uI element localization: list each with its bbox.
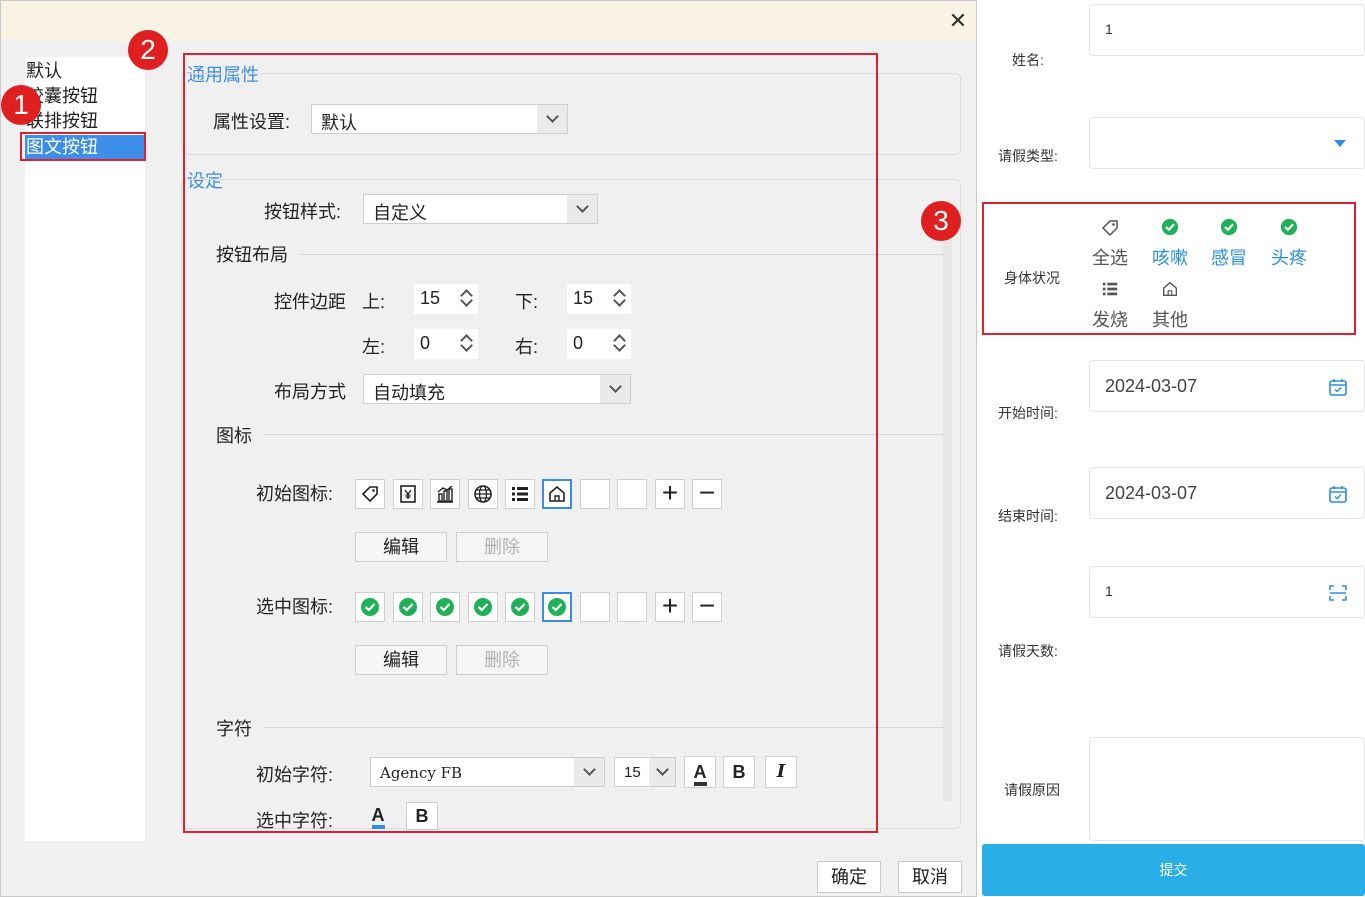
cancel-button[interactable]: 取消 (898, 861, 962, 893)
close-icon[interactable]: ✕ (946, 9, 970, 33)
leave-type-select[interactable] (1089, 117, 1365, 169)
preview-highlight (982, 202, 1356, 335)
days-label: 请假天数: (998, 643, 1058, 659)
days-value: 1 (1105, 583, 1113, 599)
scan-icon (1329, 585, 1347, 601)
settings-scrollbar[interactable] (943, 229, 952, 801)
form-preview: 姓名: 1 请假类型: 身体状况 全选 咳嗽 感冒 头疼 发烧 其他 开始时间:… (977, 0, 1365, 897)
callout-3: 3 (921, 201, 961, 241)
caret-down-icon (1334, 140, 1346, 147)
calendar-icon (1329, 379, 1347, 396)
leave-type-label: 请假类型: (998, 148, 1058, 164)
name-label: 姓名: (1012, 52, 1044, 68)
type-item-default[interactable]: 默认 (25, 59, 145, 83)
name-value: 1 (1105, 21, 1113, 37)
type-item-row[interactable]: 联排按钮 (25, 109, 145, 133)
start-time-field[interactable]: 2024-03-07 (1089, 360, 1365, 412)
end-time-field[interactable]: 2024-03-07 (1089, 467, 1365, 519)
days-field[interactable]: 1 (1089, 566, 1365, 618)
callout-1: 1 (1, 85, 41, 125)
reason-textarea[interactable] (1089, 737, 1365, 841)
start-time-value: 2024-03-07 (1105, 376, 1198, 396)
reason-label: 请假原因 (1004, 782, 1060, 798)
selected-type-highlight (20, 132, 146, 161)
ok-button[interactable]: 确定 (817, 861, 881, 893)
name-field[interactable]: 1 (1089, 4, 1365, 56)
button-type-list: 默认 胶囊按钮 联排按钮 图文按钮 (25, 57, 145, 841)
calendar-icon (1329, 486, 1347, 503)
callout-2: 2 (128, 30, 168, 70)
end-time-value: 2024-03-07 (1105, 483, 1198, 503)
start-time-label: 开始时间: (998, 405, 1058, 421)
settings-highlight (183, 53, 878, 833)
type-item-capsule[interactable]: 胶囊按钮 (25, 84, 145, 108)
end-time-label: 结束时间: (998, 508, 1058, 524)
submit-button[interactable]: 提交 (982, 844, 1365, 896)
